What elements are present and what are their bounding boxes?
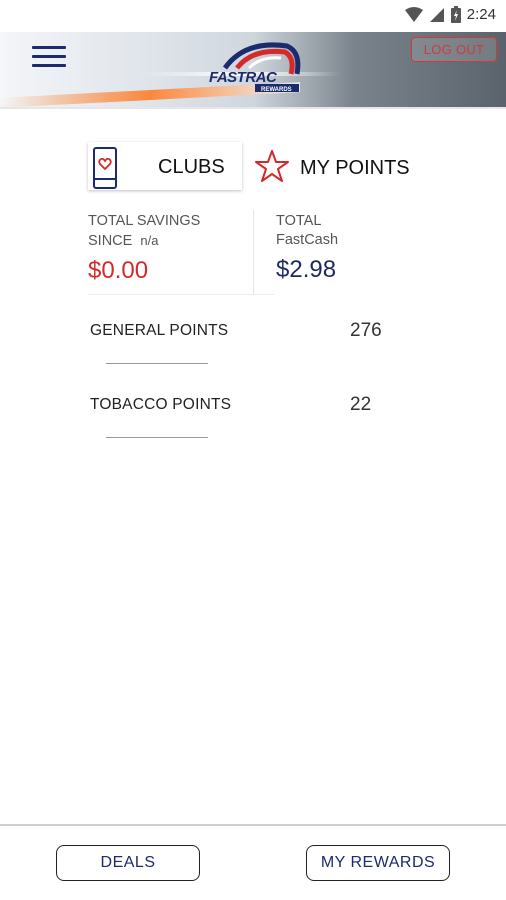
points-row-tobacco: TOBACCO POINTS 22 [90, 394, 410, 438]
status-time: 2:24 [466, 6, 496, 23]
total-fastcash-label: TOTAL FastCash [276, 213, 339, 248]
points-underline [106, 437, 208, 438]
points-underline [106, 363, 208, 364]
tab-my-points-label: MY POINTS [300, 157, 410, 179]
status-icons: 2:24 [404, 6, 496, 23]
bottom-navigation: DEALS MY REWARDS [0, 826, 506, 900]
points-value: 276 [350, 320, 382, 341]
battery-icon [450, 6, 461, 23]
summary-divider [253, 210, 254, 295]
total-savings-label: TOTAL SAVINGS SINCE n/a [88, 213, 201, 249]
wifi-icon [404, 6, 423, 22]
header-divider [0, 107, 506, 109]
tab-my-points[interactable]: MY POINTS [255, 145, 425, 191]
points-value: 22 [350, 394, 372, 415]
total-savings-card: TOTAL SAVINGS SINCE n/a $0.00 [88, 212, 254, 294]
svg-text:FASTRAC: FASTRAC [209, 69, 278, 86]
savings-since-value: n/a [140, 233, 159, 248]
total-savings-amount: $0.00 [88, 257, 149, 284]
app-header: FASTRAC REWARDS LOG OUT [0, 32, 506, 107]
deals-button[interactable]: DEALS [56, 845, 200, 881]
points-name: GENERAL POINTS [90, 322, 229, 339]
summary-bottom-line [88, 294, 274, 295]
svg-text:REWARDS: REWARDS [261, 87, 292, 93]
star-icon [255, 150, 289, 182]
tab-clubs-label: CLUBS [158, 156, 225, 178]
tab-clubs[interactable]: CLUBS [88, 142, 242, 190]
fastrac-rewards-logo: FASTRAC REWARDS [209, 42, 301, 93]
my-rewards-button[interactable]: MY REWARDS [306, 845, 450, 881]
status-bar: 2:24 [0, 0, 506, 32]
points-row-general: GENERAL POINTS 276 [90, 320, 410, 364]
logout-button[interactable]: LOG OUT [411, 37, 497, 62]
total-fastcash-card: TOTAL FastCash $2.98 [276, 212, 456, 294]
total-fastcash-amount: $2.98 [276, 256, 337, 283]
phone-heart-icon [93, 147, 117, 189]
points-name: TOBACCO POINTS [90, 396, 232, 413]
menu-icon[interactable] [32, 46, 66, 68]
cell-signal-icon [429, 7, 444, 22]
